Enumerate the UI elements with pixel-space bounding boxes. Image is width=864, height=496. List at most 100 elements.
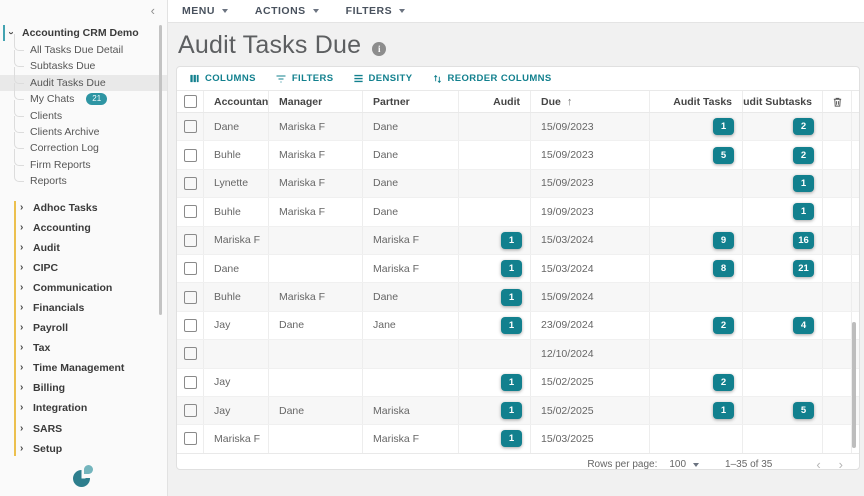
sidebar-section[interactable]: › Integration <box>0 398 167 418</box>
audit-subtasks-count-badge[interactable]: 1 <box>793 175 814 192</box>
row-checkbox[interactable] <box>184 120 197 133</box>
audit-subtasks-count-badge[interactable]: 16 <box>793 232 814 249</box>
table-row[interactable]: Buhle Mariska F Dane 1 15/09/2024 <box>177 283 859 311</box>
row-checkbox[interactable] <box>184 177 197 190</box>
row-checkbox[interactable] <box>184 149 197 162</box>
sidebar-section[interactable]: › Accounting <box>0 218 167 238</box>
sidebar-section[interactable]: › Adhoc Tasks <box>0 198 167 218</box>
row-checkbox-cell <box>177 425 204 452</box>
reorder-columns-button[interactable]: REORDER COLUMNS <box>432 73 552 85</box>
column-header-partner[interactable]: Partner <box>363 91 459 112</box>
actions-dropdown[interactable]: ACTIONS <box>255 5 319 17</box>
rows-per-page-select[interactable]: 100 <box>669 459 699 470</box>
table-row[interactable]: 12/10/2024 <box>177 340 859 368</box>
sidebar-item[interactable]: Firm Reports <box>0 157 167 173</box>
audit-subtasks-count-badge[interactable]: 21 <box>793 260 814 277</box>
sidebar-section[interactable]: › Tax <box>0 338 167 358</box>
sidebar-item[interactable]: Clients <box>0 108 167 124</box>
sidebar-section[interactable]: › Time Management <box>0 358 167 378</box>
audit-subtasks-count-badge[interactable]: 2 <box>793 118 814 135</box>
audit-count-badge[interactable]: 1 <box>501 430 522 447</box>
audit-subtasks-count-badge[interactable]: 4 <box>793 317 814 334</box>
table-row[interactable]: Dane Mariska F Dane 15/09/2023 1 2 <box>177 113 859 141</box>
audit-cell: 1 <box>459 227 531 254</box>
row-checkbox[interactable] <box>184 376 197 389</box>
row-checkbox[interactable] <box>184 234 197 247</box>
table-row[interactable]: Mariska F Mariska F 1 15/03/2024 9 16 <box>177 227 859 255</box>
audit-tasks-count-badge[interactable]: 2 <box>713 317 734 334</box>
table-row[interactable]: Jay Dane Mariska 1 15/02/2025 1 5 <box>177 397 859 425</box>
table-row[interactable]: Dane Mariska F 1 15/03/2024 8 21 <box>177 255 859 283</box>
sidebar-root-item[interactable]: › Accounting CRM Demo <box>0 24 167 42</box>
next-page-button[interactable]: › <box>839 458 843 470</box>
delete-cell <box>823 227 852 254</box>
audit-subtasks-count-badge[interactable]: 1 <box>793 203 814 220</box>
row-checkbox[interactable] <box>184 432 197 445</box>
row-checkbox[interactable] <box>184 205 197 218</box>
sidebar-section[interactable]: › Setup <box>0 439 167 459</box>
sidebar-collapse-icon[interactable]: ‹ <box>151 2 155 20</box>
audit-count-badge[interactable]: 1 <box>501 232 522 249</box>
sidebar-section[interactable]: › Communication <box>0 278 167 298</box>
row-checkbox[interactable] <box>184 291 197 304</box>
previous-page-button[interactable]: ‹ <box>816 458 820 470</box>
menu-dropdown[interactable]: MENU <box>182 5 228 17</box>
sidebar-section[interactable]: › Audit <box>0 238 167 258</box>
audit-tasks-cell <box>650 340 743 367</box>
audit-tasks-count-badge[interactable]: 9 <box>713 232 734 249</box>
table-row[interactable]: Jay 1 15/02/2025 2 <box>177 369 859 397</box>
audit-count-badge[interactable]: 1 <box>501 402 522 419</box>
row-checkbox[interactable] <box>184 262 197 275</box>
row-checkbox[interactable] <box>184 319 197 332</box>
table-row[interactable]: Buhle Mariska F Dane 19/09/2023 1 <box>177 198 859 226</box>
audit-tasks-count-badge[interactable]: 1 <box>713 402 734 419</box>
audit-tasks-count-badge[interactable]: 2 <box>713 374 734 391</box>
sidebar-section[interactable]: › Financials <box>0 298 167 318</box>
table-scrollbar[interactable] <box>852 322 856 448</box>
sidebar-item[interactable]: Audit Tasks Due <box>0 75 167 91</box>
select-all-checkbox[interactable] <box>184 95 197 108</box>
sidebar-item[interactable]: Subtasks Due <box>0 58 167 74</box>
page-title: Audit Tasks Due <box>178 31 361 60</box>
table-row[interactable]: Mariska F Mariska F 1 15/03/2025 <box>177 425 859 453</box>
columns-button[interactable]: COLUMNS <box>189 73 256 84</box>
caret-down-icon <box>313 9 319 13</box>
density-button[interactable]: DENSITY <box>353 73 413 84</box>
table-row[interactable]: Buhle Mariska F Dane 15/09/2023 5 2 <box>177 141 859 169</box>
audit-count-badge[interactable]: 1 <box>501 374 522 391</box>
column-header-audit-subtasks[interactable]: Audit Subtasks <box>743 91 823 112</box>
column-header-manager[interactable]: Manager <box>269 91 363 112</box>
filters-dropdown[interactable]: FILTERS <box>346 5 405 17</box>
row-checkbox[interactable] <box>184 404 197 417</box>
column-header-delete[interactable] <box>823 91 852 112</box>
row-checkbox[interactable] <box>184 347 197 360</box>
column-header-accountant[interactable]: Accountant <box>204 91 269 112</box>
sidebar-scrollbar[interactable] <box>159 25 162 315</box>
column-header-due[interactable]: Due ↑ <box>531 91 650 112</box>
sidebar-section[interactable]: › SARS <box>0 419 167 439</box>
audit-tasks-count-badge[interactable]: 8 <box>713 260 734 277</box>
sidebar-section[interactable]: › Billing <box>0 378 167 398</box>
sidebar-item[interactable]: All Tasks Due Detail <box>0 42 167 58</box>
partner-cell: Dane <box>363 113 459 140</box>
table-row[interactable]: Jay Dane Jane 1 23/09/2024 2 4 <box>177 312 859 340</box>
table-row[interactable]: Lynette Mariska F Dane 15/09/2023 1 <box>177 170 859 198</box>
sidebar-section[interactable]: › Payroll <box>0 318 167 338</box>
table-body: Dane Mariska F Dane 15/09/2023 1 2 Buhle… <box>177 113 859 453</box>
audit-count-badge[interactable]: 1 <box>501 289 522 306</box>
sidebar-section[interactable]: › CIPC <box>0 258 167 278</box>
info-icon[interactable]: i <box>372 42 386 56</box>
filters-button[interactable]: FILTERS <box>275 73 334 85</box>
column-header-audit[interactable]: Audit <box>459 91 531 112</box>
audit-count-badge[interactable]: 1 <box>501 317 522 334</box>
sidebar-item[interactable]: Correction Log <box>0 140 167 156</box>
audit-subtasks-count-badge[interactable]: 5 <box>793 402 814 419</box>
audit-subtasks-count-badge[interactable]: 2 <box>793 147 814 164</box>
column-header-audit-tasks[interactable]: Audit Tasks <box>650 91 743 112</box>
audit-count-badge[interactable]: 1 <box>501 260 522 277</box>
sidebar-item[interactable]: Clients Archive <box>0 124 167 140</box>
audit-tasks-count-badge[interactable]: 1 <box>713 118 734 135</box>
audit-tasks-count-badge[interactable]: 5 <box>713 147 734 164</box>
sidebar-item[interactable]: Reports <box>0 173 167 189</box>
sidebar-item[interactable]: My Chats 21 <box>0 91 167 107</box>
